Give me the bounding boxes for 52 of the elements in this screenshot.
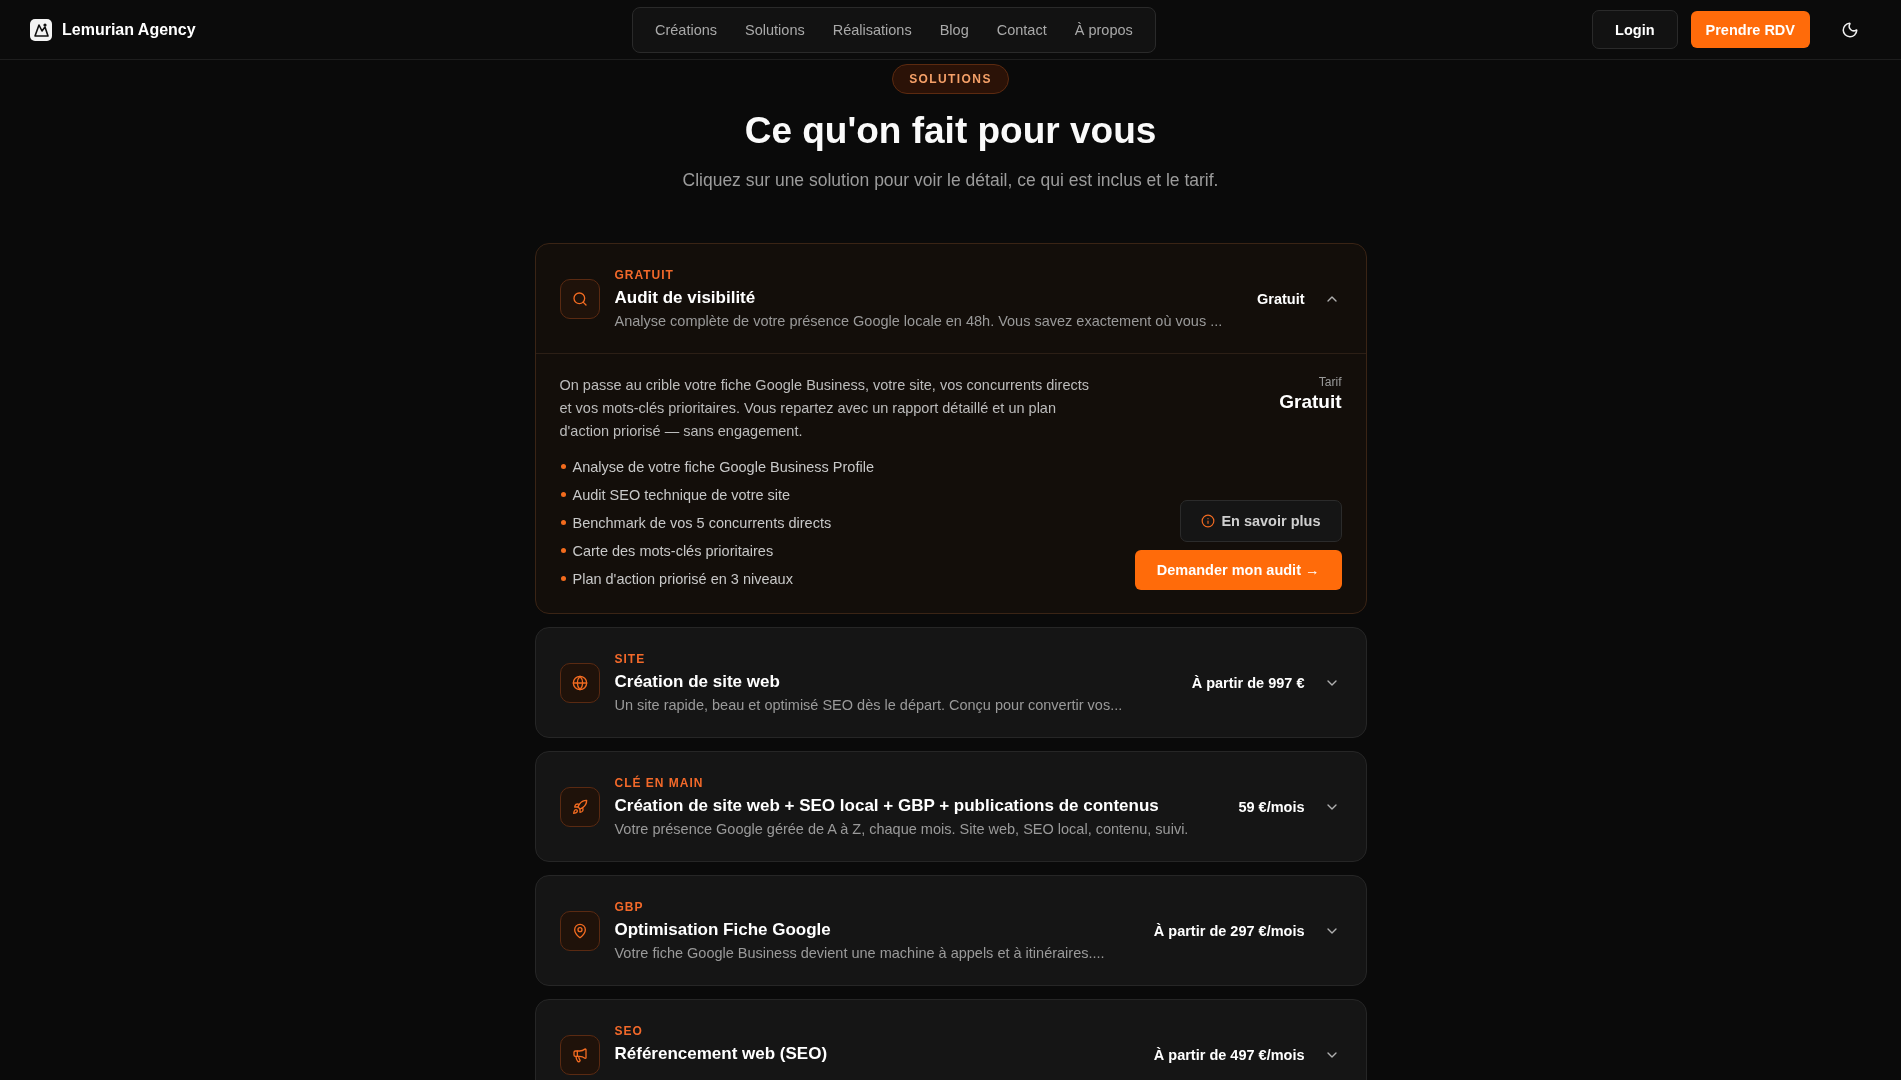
nav-link[interactable]: Réalisations xyxy=(818,15,926,44)
price-text: À partir de 297 €/mois xyxy=(1153,922,1305,939)
nav-link[interactable]: Contact xyxy=(982,15,1061,44)
price-label: Tarif xyxy=(1318,374,1342,390)
info-icon xyxy=(1201,514,1216,528)
section-subtitle: Cliquez sur une solution pour voir le détail, ce qui est inclus et le tarif. xyxy=(682,169,1219,192)
nav-link[interactable]: Blog xyxy=(925,15,983,44)
solution-description: On passe au crible votre fiche Google Business, votre site, vos concurrents directs et vos mots-clés prioritaires. Vous repartez avec un rapport détaillé et un plan d'action priorisé — sans engagement. xyxy=(559,376,1090,441)
category-label: SEO xyxy=(614,1022,643,1039)
nav-link[interactable]: À propos xyxy=(1060,15,1147,44)
solution-title: Optimisation Fiche Google xyxy=(614,918,831,941)
solution-title: Création de site web xyxy=(614,670,780,693)
feature-text: Carte des mots-clés prioritaires xyxy=(572,542,774,559)
solution-title: Création de site web + SEO local + GBP + publications de contenus xyxy=(614,794,1159,817)
globe-icon xyxy=(559,662,600,703)
bullet-icon xyxy=(560,492,566,497)
feature-text: Benchmark de vos 5 concurrents directs xyxy=(572,514,832,531)
price-value: Gratuit xyxy=(1279,390,1342,414)
bullet-icon xyxy=(560,548,566,553)
solution-summary: Votre fiche Google Business devient une machine à appels et à itinéraires.... xyxy=(614,943,1105,963)
moon-icon[interactable] xyxy=(1841,20,1859,39)
search-icon xyxy=(559,278,600,319)
megaphone-icon xyxy=(559,1034,600,1075)
logo-icon xyxy=(30,18,52,41)
category-label: CLÉ EN MAIN xyxy=(614,774,704,791)
price-text: Gratuit xyxy=(1256,290,1305,307)
learn-more-button[interactable]: En savoir plus xyxy=(1180,500,1342,542)
nav-link[interactable]: Solutions xyxy=(731,15,819,44)
solution-title: Référencement web (SEO) xyxy=(614,1042,828,1065)
rocket-icon xyxy=(559,786,600,827)
section-title: Ce qu'on fait pour vous xyxy=(744,109,1157,153)
section-badge: SOLUTIONS xyxy=(892,64,1009,94)
solution-title: Audit de visibilité xyxy=(614,286,756,309)
feature-text: Plan d'action priorisé en 3 niveaux xyxy=(572,570,793,587)
solution-summary: Votre présence Google gérée de A à Z, chaque mois. Site web, SEO local, contenu, suivi. xyxy=(614,819,1189,839)
feature-text: Analyse de votre fiche Google Business Profile xyxy=(572,458,874,475)
category-label: GBP xyxy=(614,898,644,915)
solution-summary: Analyse complète de votre présence Google locale en 48h. Vous savez exactement où vous ... xyxy=(614,311,1223,331)
bullet-icon xyxy=(560,576,566,581)
solution-summary: Un site rapide, beau et optimisé SEO dès le départ. Conçu pour convertir vos... xyxy=(614,695,1123,715)
bullet-icon xyxy=(560,464,566,469)
brand-name: Lemurian Agency xyxy=(62,20,196,39)
bullet-icon xyxy=(560,520,566,525)
feature-text: Audit SEO technique de votre site xyxy=(572,486,791,503)
price-text: 59 €/mois xyxy=(1238,798,1305,815)
price-text: À partir de 997 € xyxy=(1191,674,1305,691)
category-label: SITE xyxy=(614,650,646,667)
login-button[interactable]: Login xyxy=(1592,10,1678,49)
nav-link[interactable]: Créations xyxy=(641,15,732,44)
map-pin-icon xyxy=(559,910,600,951)
category-label: GRATUIT xyxy=(614,266,674,283)
price-text: À partir de 497 €/mois xyxy=(1153,1046,1305,1063)
